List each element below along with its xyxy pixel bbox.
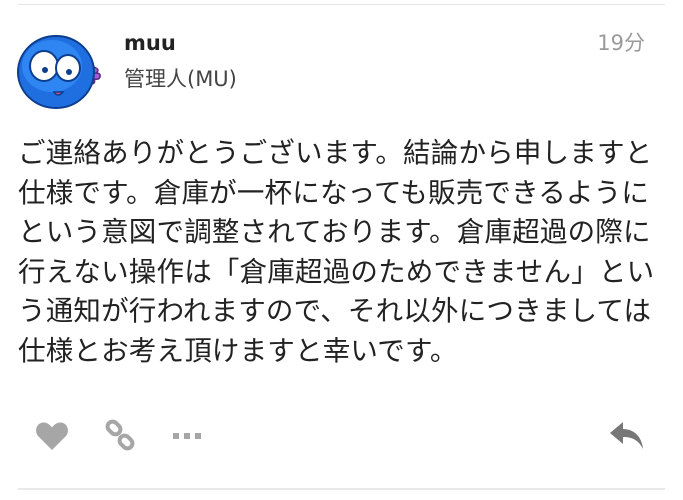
user-title: 管理人(MU) bbox=[124, 67, 237, 91]
ellipsis-icon bbox=[173, 433, 201, 439]
more-actions-button[interactable] bbox=[167, 418, 207, 454]
link-icon bbox=[105, 419, 135, 451]
username[interactable]: muu bbox=[124, 28, 176, 58]
like-button[interactable] bbox=[32, 418, 72, 454]
reply-button[interactable] bbox=[607, 418, 647, 454]
post-actions bbox=[0, 414, 683, 458]
forum-post: muu 管理人(MU) 19分 ご連絡ありがとうございます。結論から申しますと仕… bbox=[0, 0, 683, 500]
heart-icon bbox=[36, 422, 68, 450]
bottom-divider bbox=[18, 488, 665, 490]
avatar-image bbox=[17, 35, 101, 109]
avatar[interactable] bbox=[14, 26, 106, 112]
top-divider bbox=[18, 4, 665, 5]
reply-arrow-icon bbox=[610, 422, 643, 449]
post-body: ご連絡ありがとうございます。結論から申しますと仕様です。倉庫が一杯になっても販売… bbox=[18, 137, 655, 367]
post-timestamp[interactable]: 19分 bbox=[597, 28, 645, 58]
copy-link-button[interactable] bbox=[100, 418, 140, 454]
